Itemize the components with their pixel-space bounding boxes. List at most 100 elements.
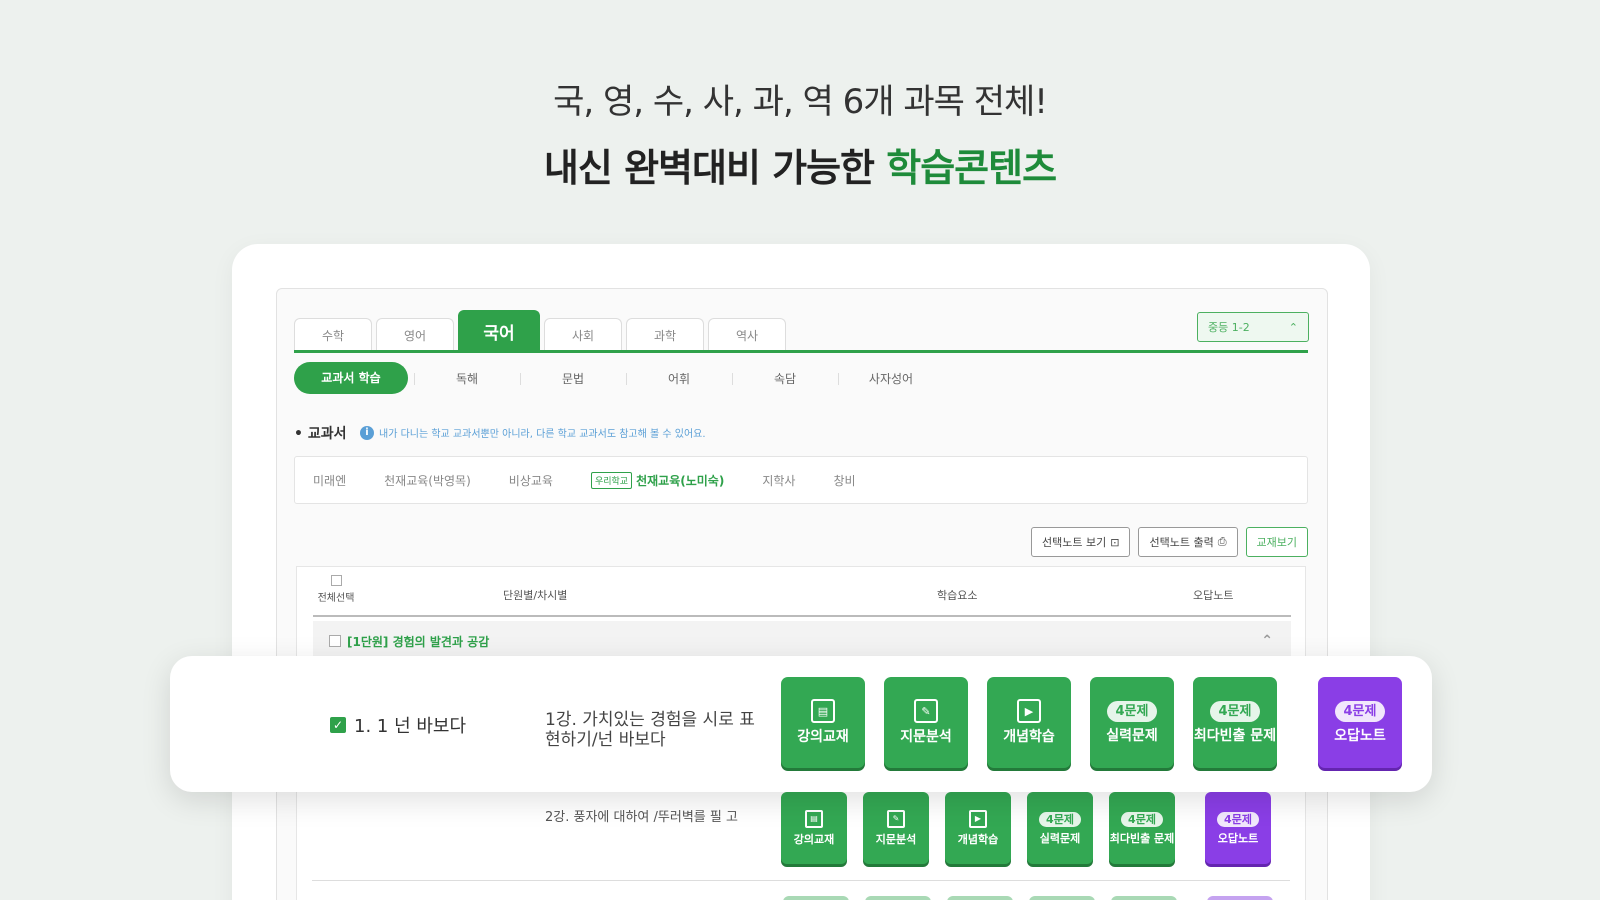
button-label: 오답노트	[1217, 831, 1259, 845]
lesson-2-skill-problems-button[interactable]: 4문제 실력문제	[1027, 792, 1093, 864]
headline-line-2: 내신 완벽대비 가능한 학습콘텐츠	[0, 137, 1600, 192]
publisher-jihaksa[interactable]: 지학사	[762, 472, 795, 489]
tab-korean[interactable]: 국어	[458, 310, 540, 352]
lesson-2-lecture-material-button[interactable]: ▤ 강의교재	[781, 792, 847, 864]
our-school-badge: 우리학교	[590, 471, 633, 489]
tab-social[interactable]: 사회	[544, 318, 622, 352]
row-3-peek	[783, 896, 849, 900]
view-notes-label: 선택노트 보기	[1042, 536, 1107, 549]
subtab-proverbs[interactable]: 속담	[732, 370, 838, 387]
publisher-chunjae-park[interactable]: 천재교육(박영목)	[384, 472, 471, 489]
publisher-chunjae-no[interactable]: 우리학교 천재교육(노미숙)	[590, 471, 725, 489]
publisher-list: 미래엔 천재교육(박영목) 비상교육 우리학교 천재교육(노미숙) 지학사 창비	[294, 456, 1308, 504]
tab-underline	[294, 350, 1308, 353]
row-3-peek	[1029, 896, 1095, 900]
lesson-1-buttons: ▤ 강의교재 ✎ 지문분석 ▶ 개념학습 4문제 실력문제 4문제 최다빈출 문…	[781, 677, 1421, 768]
lesson-2-frequent-problems-button[interactable]: 4문제 최다빈출 문제	[1109, 792, 1175, 864]
headline-line-1: 국, 영, 수, 사, 과, 역 6개 과목 전체!	[553, 82, 1048, 122]
tab-history[interactable]: 역사	[708, 318, 786, 352]
select-all[interactable]: 전체선택	[313, 575, 359, 604]
play-icon: ▶	[969, 810, 987, 828]
button-label: 실력문제	[1039, 831, 1081, 845]
lesson-2-wrong-answer-note-button[interactable]: 4문제 오답노트	[1205, 792, 1271, 864]
textbook-label: • 교과서	[294, 426, 347, 442]
chevron-up-icon: ⌃	[1288, 320, 1298, 334]
lesson-1-skill-problems-button[interactable]: 4문제 실력문제	[1090, 677, 1174, 768]
header-unit: 단원별/차시별	[503, 589, 568, 602]
print-icon: ⎙	[1217, 535, 1227, 548]
lesson-1-concept-learning-button[interactable]: ▶ 개념학습	[987, 677, 1071, 768]
textbook-info: i 내가 다니는 학교 교과서뿐만 아니라, 다른 학교 교과서도 참고해 볼 …	[360, 425, 706, 440]
button-label: 지문분석	[875, 833, 917, 846]
lesson-1-frequent-problems-button[interactable]: 4문제 최다빈출 문제	[1193, 677, 1277, 768]
tab-math[interactable]: 수학	[294, 318, 372, 352]
unit-row[interactable]: [1단원] 경험의 발견과 공감 ⌃	[313, 621, 1291, 661]
info-icon: i	[360, 425, 374, 440]
select-all-checkbox[interactable]	[330, 575, 342, 586]
lesson-1-lecture-material-button[interactable]: ▤ 강의교재	[781, 677, 865, 768]
subtab-idioms[interactable]: 사자성어	[838, 370, 944, 387]
subtab-vocabulary[interactable]: 어휘	[626, 370, 732, 387]
play-icon: ▶	[1017, 699, 1041, 723]
problem-count-badge: 4문제	[1334, 700, 1386, 722]
view-icon: ⊡	[1110, 535, 1120, 549]
button-label: 지문분석	[900, 729, 952, 745]
problem-count-badge: 4문제	[1121, 811, 1163, 827]
problem-count-badge: 4문제	[1217, 811, 1259, 827]
problem-count-badge: 4문제	[1106, 700, 1158, 722]
headline-line-2-prefix: 내신 완벽대비 가능한	[543, 146, 887, 190]
note-actions: 선택노트 보기 ⊡ 선택노트 출력 ⎙ 교재보기	[1031, 527, 1308, 557]
button-label: 개념학습	[957, 833, 999, 846]
subtab-textbook[interactable]: 교과서 학습	[294, 362, 408, 394]
button-label: 최다빈출 문제	[1109, 831, 1175, 845]
table-header: 전체선택 단원별/차시별 학습요소 오답노트	[313, 567, 1291, 617]
print-notes-button[interactable]: 선택노트 출력 ⎙	[1138, 527, 1238, 557]
view-notes-button[interactable]: 선택노트 보기 ⊡	[1031, 527, 1131, 557]
edit-icon: ✎	[914, 699, 938, 723]
subtab-reading[interactable]: 독해	[414, 370, 520, 387]
subject-tabs: 수학 영어 국어 사회 과학 역사	[294, 306, 790, 352]
problem-count-badge: 4문제	[1039, 811, 1081, 827]
tab-science[interactable]: 과학	[626, 318, 704, 352]
row-divider	[312, 880, 1290, 881]
publisher-changbi[interactable]: 창비	[833, 472, 855, 489]
lesson-2-title: 2강. 풍자에 대하여 /뚜러벽를 필 고	[545, 810, 738, 825]
row-3-peek	[947, 896, 1013, 900]
button-label: 강의교재	[797, 729, 849, 745]
textbook-info-text: 내가 다니는 학교 교과서뿐만 아니라, 다른 학교 교과서도 참고해 볼 수 …	[379, 429, 706, 440]
chevron-up-icon[interactable]: ⌃	[1261, 633, 1273, 649]
lesson-2-buttons: ▤ 강의교재 ✎ 지문분석 ▶ 개념학습 4문제 실력문제 4문제 최다빈출 문…	[781, 792, 1287, 864]
lesson-2-passage-analysis-button[interactable]: ✎ 지문분석	[863, 792, 929, 864]
doc-icon: ▤	[805, 810, 823, 828]
doc-icon: ▤	[811, 699, 835, 723]
lesson-1-checkbox[interactable]: ✓ 1. 1 넌 바보다	[330, 712, 466, 738]
button-label: 오답노트	[1334, 727, 1386, 744]
checkmark-icon[interactable]: ✓	[330, 717, 346, 733]
lesson-1-wrong-answer-note-button[interactable]: 4문제 오답노트	[1318, 677, 1402, 768]
headline-highlight: 학습콘텐츠	[886, 146, 1057, 190]
header-wrong-note: 오답노트	[1193, 589, 1234, 602]
header-elements: 학습요소	[937, 589, 978, 602]
tab-english[interactable]: 영어	[376, 318, 454, 352]
problem-count-badge: 4문제	[1209, 700, 1261, 722]
row-3-peek	[1111, 896, 1177, 900]
subtab-grammar[interactable]: 문법	[520, 370, 626, 387]
print-notes-label: 선택노트 출력	[1149, 536, 1214, 549]
textbook-view-button[interactable]: 교재보기	[1245, 527, 1308, 557]
grade-select-value: 중등 1-2	[1208, 321, 1250, 334]
lesson-1-passage-analysis-button[interactable]: ✎ 지문분석	[884, 677, 968, 768]
select-all-label: 전체선택	[317, 593, 355, 604]
row-3-peek	[865, 896, 931, 900]
row-3-peek	[1207, 896, 1273, 900]
lesson-1-check-label: 1. 1 넌 바보다	[354, 716, 467, 737]
grade-select[interactable]: 중등 1-2 ⌃	[1197, 312, 1309, 342]
publisher-chunjae-no-label: 천재교육(노미숙)	[636, 473, 725, 488]
lesson-1-title: 1강. 가치있는 경험을 시로 표현하기/넌 바보다	[545, 710, 755, 750]
unit-checkbox[interactable]	[329, 635, 341, 647]
publisher-visang[interactable]: 비상교육	[509, 472, 553, 489]
publisher-mirae[interactable]: 미래엔	[313, 472, 346, 489]
lesson-2-concept-learning-button[interactable]: ▶ 개념학습	[945, 792, 1011, 864]
sub-tabs: 교과서 학습 독해 문법 어휘 속담 사자성어	[294, 362, 944, 394]
hero-headline: 국, 영, 수, 사, 과, 역 6개 과목 전체! 내신 완벽대비 가능한 학…	[0, 74, 1600, 192]
edit-icon: ✎	[887, 810, 905, 828]
